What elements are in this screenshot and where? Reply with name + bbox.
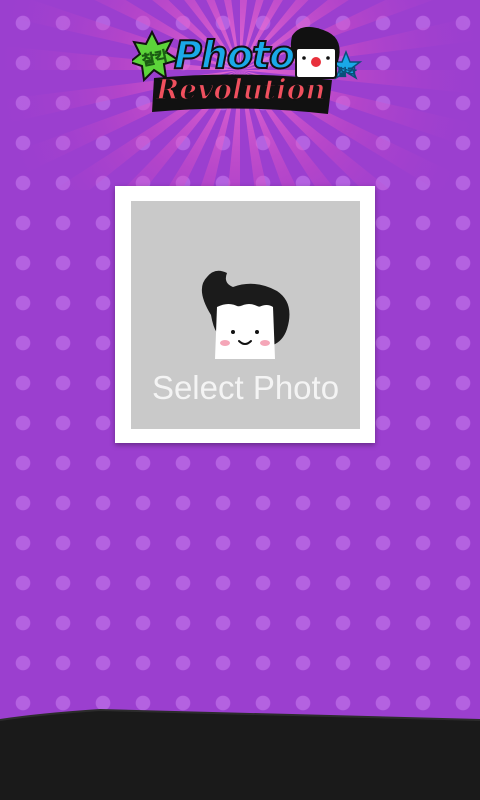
logo-badge-right: 찰칵 — [338, 68, 357, 80]
photo-placeholder[interactable]: Select Photo — [131, 201, 360, 429]
select-photo-label: Select Photo — [151, 369, 340, 406]
logo-title-revolution: Revolution — [155, 73, 326, 106]
bottom-bar — [0, 708, 480, 800]
select-photo-button[interactable]: Select Photo — [115, 186, 375, 443]
app-logo: 찰칵 찰칵 Photo Revolution — [132, 18, 364, 116]
logo-title-photo: Photo — [173, 33, 296, 77]
cartoon-face-icon — [201, 270, 290, 359]
